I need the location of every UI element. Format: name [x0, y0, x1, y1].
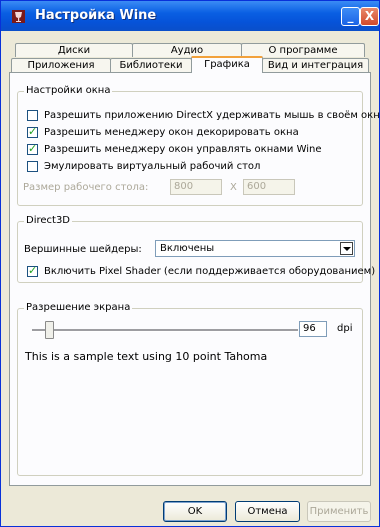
close-button[interactable]: X [360, 7, 379, 26]
graphics-panel: Настройки окна Разрешить приложению Dire… [9, 72, 380, 486]
desktop-size-separator: X [230, 182, 237, 193]
pixel-shader-option[interactable]: Включить Pixel Shader (если поддерживает… [27, 264, 376, 278]
desktop-size-label: Размер рабочего стола: [23, 182, 149, 193]
window-settings-group: Настройки окна Разрешить приложению Dire… [17, 85, 380, 206]
tab-disks[interactable]: Диски [15, 43, 133, 57]
wm-decorate-option[interactable]: Разрешить менеджеру окон декорировать ок… [27, 125, 299, 139]
dpi-input[interactable]: 96 [299, 321, 327, 337]
dpi-unit: dpi [337, 323, 353, 334]
resolution-group: Разрешение экрана 96 dpi This is a sampl… [17, 302, 363, 476]
cancel-button[interactable]: Отмена [235, 501, 300, 522]
direct3d-title: Direct3D [24, 215, 73, 226]
resolution-title: Разрешение экрана [24, 302, 133, 313]
direct3d-group: Direct3D Вершинные шейдеры: Включены Вкл… [17, 215, 375, 283]
dpi-slider-thumb[interactable] [44, 321, 54, 339]
tab-integration[interactable]: Вид и интеграция [262, 58, 369, 72]
wine-glass-icon [12, 10, 25, 23]
desktop-width-input[interactable]: 800 [170, 179, 222, 195]
pixel-shader-checkbox[interactable] [27, 264, 38, 277]
desktop-height-input[interactable]: 600 [243, 179, 295, 195]
apply-button[interactable]: Применить [307, 501, 371, 522]
wm-manage-checkbox[interactable] [27, 142, 38, 155]
vertex-shaders-select[interactable]: Включены [155, 240, 355, 257]
tab-graphics[interactable]: Графика [191, 56, 263, 73]
directx-mouse-label: Разрешить приложению DirectX удерживать … [44, 110, 380, 121]
tab-applications[interactable]: Приложения [11, 58, 111, 72]
tab-libraries[interactable]: Библиотеки [110, 58, 192, 72]
window-settings-title: Настройки окна [24, 85, 113, 96]
vertex-shaders-value: Включены [160, 243, 215, 254]
tab-audio[interactable]: Аудио [132, 43, 242, 57]
sample-text: This is a sample text using 10 point Tah… [25, 350, 268, 363]
minimize-button[interactable]: _ [341, 7, 360, 26]
wine-config-window: Настройка Wine _ X Диски Аудио О програм… [0, 0, 380, 527]
ok-button[interactable]: OK [163, 501, 227, 522]
vertex-shaders-label: Вершинные шейдеры: [24, 244, 142, 255]
virtual-desktop-option[interactable]: Эмулировать виртуальный рабочий стол [27, 160, 260, 173]
wm-manage-option[interactable]: Разрешить менеджеру окон управлять окнам… [27, 142, 322, 156]
title-bar[interactable]: Настройка Wine _ X [1, 1, 379, 31]
window-title: Настройка Wine [35, 8, 157, 23]
wm-decorate-checkbox[interactable] [27, 125, 38, 138]
directx-mouse-option[interactable]: Разрешить приложению DirectX удерживать … [27, 109, 380, 122]
chevron-down-icon[interactable] [340, 242, 353, 255]
virtual-desktop-checkbox[interactable] [27, 161, 38, 172]
tab-about[interactable]: О программе [241, 43, 365, 57]
virtual-desktop-label: Эмулировать виртуальный рабочий стол [44, 161, 261, 172]
dpi-slider-track[interactable] [32, 329, 298, 332]
wm-decorate-label: Разрешить менеджеру окон декорировать ок… [44, 127, 299, 138]
directx-mouse-checkbox[interactable] [27, 110, 38, 121]
pixel-shader-label: Включить Pixel Shader (если поддерживает… [44, 266, 376, 277]
wm-manage-label: Разрешить менеджеру окон управлять окнам… [44, 144, 322, 155]
